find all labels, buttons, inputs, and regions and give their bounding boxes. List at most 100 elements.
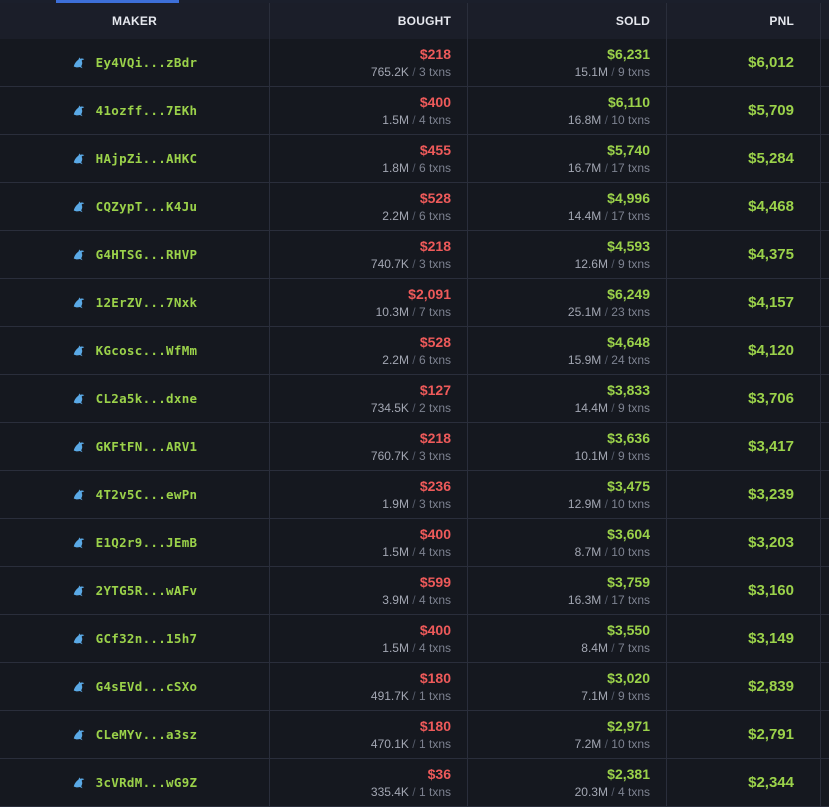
overflow-cell [821, 471, 829, 518]
table-row[interactable]: Ey4VQi...zBdr $218 765.2K / 3 txns $6,23… [0, 39, 829, 87]
dolphin-icon [73, 776, 84, 788]
bought-details: 760.7K / 3 txns [371, 449, 451, 464]
maker-group: 4T2v5C...ewPn [72, 487, 198, 502]
table-row[interactable]: 41ozff...7EKh $400 1.5M / 4 txns $6,110 … [0, 87, 829, 135]
separator: / [408, 640, 419, 655]
maker-cell: 41ozff...7EKh [0, 87, 270, 134]
sold-amount: $3,636 [607, 429, 650, 446]
table-row[interactable]: CL2a5k...dxne $127 734.5K / 2 txns $3,83… [0, 375, 829, 423]
sold-details: 15.9M / 24 txns [568, 353, 650, 368]
table-row[interactable]: G4sEVd...cSXo $180 491.7K / 1 txns $3,02… [0, 663, 829, 711]
pnl-cell: $4,468 [667, 183, 821, 230]
bought-amount: $599 [419, 573, 451, 590]
separator: / [408, 448, 419, 463]
maker-address[interactable]: 4T2v5C...ewPn [96, 487, 198, 502]
sold-details: 14.4M / 17 txns [568, 209, 650, 224]
maker-cell: CLeMYv...a3sz [0, 711, 270, 758]
maker-address[interactable]: 12ErZV...7Nxk [96, 295, 198, 310]
maker-address[interactable]: G4HTSG...RHVP [96, 247, 198, 262]
bought-amount: $218 [419, 237, 451, 254]
column-header-sold[interactable]: SOLD [468, 3, 667, 39]
maker-cell: G4sEVd...cSXo [0, 663, 270, 710]
overflow-cell [821, 423, 829, 470]
sold-details: 12.6M / 9 txns [575, 257, 650, 272]
overflow-cell [821, 279, 829, 326]
table-row[interactable]: CLeMYv...a3sz $180 470.1K / 1 txns $2,97… [0, 711, 829, 759]
separator: / [601, 160, 612, 175]
bought-volume: 10.3M [375, 304, 409, 319]
maker-address[interactable]: GCf32n...15h7 [96, 631, 198, 646]
sold-txn-count: 9 [617, 688, 625, 703]
overflow-cell [821, 39, 829, 86]
bought-cell: $127 734.5K / 2 txns [270, 375, 468, 422]
table-row[interactable]: 12ErZV...7Nxk $2,091 10.3M / 7 txns $6,2… [0, 279, 829, 327]
maker-cell: HAjpZi...AHKC [0, 135, 270, 182]
maker-address[interactable]: GKFtFN...ARV1 [96, 439, 198, 454]
sold-txn-count: 17 [611, 160, 625, 175]
txns-unit: txns [425, 592, 451, 607]
overflow-cell [821, 87, 829, 134]
bought-txn-count: 3 [418, 496, 426, 511]
table-row[interactable]: GCf32n...15h7 $400 1.5M / 4 txns $3,550 … [0, 615, 829, 663]
bought-details: 2.2M / 6 txns [382, 353, 451, 368]
bought-volume: 491.7K [370, 688, 409, 703]
maker-group: KGcosc...WfMm [72, 343, 198, 358]
pnl-value: $2,344 [748, 774, 794, 791]
bought-cell: $599 3.9M / 4 txns [270, 567, 468, 614]
maker-address[interactable]: E1Q2r9...JEmB [96, 535, 198, 550]
bought-amount: $528 [419, 333, 451, 350]
maker-address[interactable]: CLeMYv...a3sz [96, 727, 198, 742]
column-header-maker[interactable]: MAKER [0, 3, 270, 39]
pnl-value: $2,839 [748, 678, 794, 695]
column-header-pnl[interactable]: PNL [667, 3, 821, 39]
maker-address[interactable]: HAjpZi...AHKC [96, 151, 198, 166]
maker-address[interactable]: Ey4VQi...zBdr [96, 55, 198, 70]
maker-group: HAjpZi...AHKC [72, 151, 198, 166]
table-row[interactable]: GKFtFN...ARV1 $218 760.7K / 3 txns $3,63… [0, 423, 829, 471]
pnl-cell: $4,157 [667, 279, 821, 326]
bought-details: 10.3M / 7 txns [376, 305, 451, 320]
pnl-value: $3,149 [748, 630, 794, 647]
pnl-cell: $6,012 [667, 39, 821, 86]
bought-details: 1.8M / 6 txns [382, 161, 451, 176]
sold-txn-count: 17 [611, 592, 625, 607]
maker-address[interactable]: 2YTG5R...wAFv [96, 583, 198, 598]
table-row[interactable]: E1Q2r9...JEmB $400 1.5M / 4 txns $3,604 … [0, 519, 829, 567]
overflow-cell [821, 231, 829, 278]
dolphin-icon [73, 392, 84, 404]
sold-txn-count: 9 [617, 64, 625, 79]
maker-cell: 3cVRdM...wG9Z [0, 759, 270, 806]
sold-volume: 25.1M [567, 304, 602, 319]
txns-unit: txns [624, 640, 650, 655]
column-header-bought[interactable]: BOUGHT [270, 3, 468, 39]
maker-group: 2YTG5R...wAFv [72, 583, 198, 598]
pnl-value: $6,012 [748, 54, 794, 71]
maker-address[interactable]: 41ozff...7EKh [96, 103, 198, 118]
separator: / [408, 592, 419, 607]
maker-address[interactable]: G4sEVd...cSXo [96, 679, 198, 694]
maker-address[interactable]: CQZypT...K4Ju [96, 199, 198, 214]
sold-amount: $3,550 [607, 621, 650, 638]
bought-amount: $2,091 [408, 285, 451, 302]
txns-unit: txns [425, 160, 451, 175]
sold-amount: $6,249 [607, 285, 650, 302]
txns-unit: txns [425, 64, 451, 79]
pnl-cell: $3,160 [667, 567, 821, 614]
table-row[interactable]: CQZypT...K4Ju $528 2.2M / 6 txns $4,996 … [0, 183, 829, 231]
table-row[interactable]: KGcosc...WfMm $528 2.2M / 6 txns $4,648 … [0, 327, 829, 375]
table-row[interactable]: G4HTSG...RHVP $218 740.7K / 3 txns $4,59… [0, 231, 829, 279]
table-row[interactable]: 4T2v5C...ewPn $236 1.9M / 3 txns $3,475 … [0, 471, 829, 519]
sold-cell: $4,648 15.9M / 24 txns [468, 327, 667, 374]
maker-address[interactable]: 3cVRdM...wG9Z [96, 775, 198, 790]
maker-address[interactable]: KGcosc...WfMm [96, 343, 198, 358]
table-row[interactable]: 2YTG5R...wAFv $599 3.9M / 4 txns $3,759 … [0, 567, 829, 615]
dolphin-icon [73, 632, 84, 644]
table-row[interactable]: HAjpZi...AHKC $455 1.8M / 6 txns $5,740 … [0, 135, 829, 183]
maker-address[interactable]: CL2a5k...dxne [96, 391, 198, 406]
txns-unit: txns [624, 592, 650, 607]
dolphin-icon [73, 488, 84, 500]
separator: / [408, 160, 419, 175]
table-row[interactable]: 3cVRdM...wG9Z $36 335.4K / 1 txns $2,381… [0, 759, 829, 807]
sold-amount: $3,475 [607, 477, 650, 494]
sold-volume: 10.1M [574, 448, 608, 463]
